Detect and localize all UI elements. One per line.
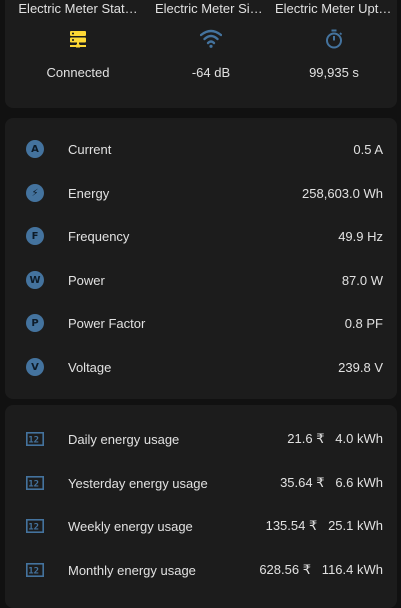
sensor-value: 49.9 Hz xyxy=(338,228,383,244)
sensor-row-power[interactable]: W Power 87.0 W xyxy=(5,258,397,302)
svg-text:12: 12 xyxy=(28,523,39,533)
sensor-label: Voltage xyxy=(68,359,112,375)
sensor-label: Current xyxy=(68,141,112,157)
usage-value: 35.64 ₹ 6.6 kWh xyxy=(280,475,383,490)
sensor-label: Power xyxy=(68,272,105,288)
sensor-row-current[interactable]: A Current 0.5 A xyxy=(5,127,397,171)
frequency-icon: F xyxy=(25,226,45,246)
power-factor-icon: P xyxy=(25,313,45,333)
energy-usage-card: 12 Daily energy usage 21.6 ₹ 4.0 kWh 12 … xyxy=(5,405,397,608)
glance-card: Electric Meter Stat… Connected Electric … xyxy=(5,0,397,108)
usage-row-daily[interactable]: 12 Daily energy usage 21.6 ₹ 4.0 kWh xyxy=(5,417,397,461)
svg-text:12: 12 xyxy=(28,480,39,490)
sensor-row-energy[interactable]: ⚡ Energy 258,603.0 Wh xyxy=(5,171,397,215)
counter-icon: 12 xyxy=(25,473,45,493)
voltage-icon: V xyxy=(25,357,45,377)
sensor-value: 0.5 A xyxy=(353,141,383,157)
counter-icon: 12 xyxy=(25,429,45,449)
server-network-icon xyxy=(5,22,151,56)
glance-item-uptime[interactable]: Electric Meter Upti… 99,935 s xyxy=(271,0,397,82)
usage-row-monthly[interactable]: 12 Monthly energy usage 628.56 ₹ 116.4 k… xyxy=(5,548,397,592)
sensor-value: 239.8 V xyxy=(338,359,383,375)
timer-icon xyxy=(271,22,397,56)
sensor-label: Frequency xyxy=(68,228,130,244)
current-icon: A xyxy=(25,139,45,159)
sensor-value: 87.0 W xyxy=(341,272,383,288)
usage-label: Weekly energy usage xyxy=(68,518,193,534)
svg-text:12: 12 xyxy=(28,567,39,577)
usage-value: 135.54 ₹ 25.1 kWh xyxy=(265,518,383,533)
glance-item-name: Electric Meter Sign… xyxy=(155,1,271,16)
sensor-value: 0.8 PF xyxy=(344,315,383,331)
sensor-row-power-factor[interactable]: P Power Factor 0.8 PF xyxy=(5,301,397,345)
usage-value: 628.56 ₹ 116.4 kWh xyxy=(259,562,383,577)
usage-row-yesterday[interactable]: 12 Yesterday energy usage 35.64 ₹ 6.6 kW… xyxy=(5,461,397,505)
glance-item-state: 99,935 s xyxy=(309,65,359,80)
glance-item-name: Electric Meter Upti… xyxy=(275,1,395,16)
lightning-bolt-icon: ⚡ xyxy=(25,183,45,203)
sensors-card: A Current 0.5 A ⚡ Energy 258,603.0 Wh F … xyxy=(5,118,397,399)
glance-item-name: Electric Meter Stat… xyxy=(18,1,138,16)
sensor-row-voltage[interactable]: V Voltage 239.8 V xyxy=(5,345,397,389)
sensor-label: Energy xyxy=(68,185,110,201)
usage-label: Daily energy usage xyxy=(68,431,180,447)
svg-text:12: 12 xyxy=(28,436,39,446)
usage-label: Monthly energy usage xyxy=(68,562,196,578)
usage-value: 21.6 ₹ 4.0 kWh xyxy=(287,431,383,446)
wifi-icon xyxy=(151,22,271,56)
glance-item-signal[interactable]: Electric Meter Sign… -64 dB xyxy=(151,0,271,82)
counter-icon: 12 xyxy=(25,560,45,580)
sensor-row-frequency[interactable]: F Frequency 49.9 Hz xyxy=(5,214,397,258)
counter-icon: 12 xyxy=(25,516,45,536)
glance-item-state: -64 dB xyxy=(191,65,231,80)
power-icon: W xyxy=(25,270,45,290)
glance-item-state: Connected xyxy=(46,65,110,80)
sensor-value: 258,603.0 Wh xyxy=(302,185,383,201)
usage-label: Yesterday energy usage xyxy=(68,475,208,491)
glance-item-status[interactable]: Electric Meter Stat… Connected xyxy=(5,0,151,82)
usage-row-weekly[interactable]: 12 Weekly energy usage 135.54 ₹ 25.1 kWh xyxy=(5,504,397,548)
sensor-label: Power Factor xyxy=(68,315,146,331)
